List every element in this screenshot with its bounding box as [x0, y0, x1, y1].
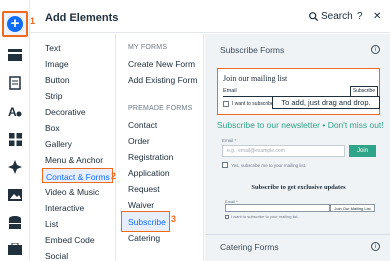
category-text[interactable]: Text	[45, 43, 61, 53]
category-decorative[interactable]: Decorative	[45, 107, 86, 117]
catering-forms-title: Catering Forms	[220, 242, 279, 252]
section-divider	[205, 234, 390, 235]
premade-catering[interactable]: Catering	[128, 233, 160, 243]
pages-icon[interactable]	[6, 74, 24, 92]
step-number-2: 2	[111, 171, 117, 181]
search-label: Search	[321, 11, 353, 22]
form3-email-input	[225, 204, 330, 212]
subscribe-forms-title: Subscribe Forms	[220, 45, 285, 55]
premade-waiver[interactable]: Waiver	[128, 200, 154, 210]
subscribe-form-template-3[interactable]: Subscribe to get exclusive updates Email…	[217, 176, 380, 232]
category-social[interactable]: Social	[45, 251, 68, 261]
subscribe-form-template-2[interactable]: Subscribe to our newsletter • Don't miss…	[217, 120, 384, 172]
my-forms-heading: MY FORMS	[128, 44, 168, 51]
sections-icon[interactable]	[6, 46, 24, 64]
category-gallery[interactable]: Gallery	[45, 139, 72, 149]
info-icon[interactable]: i	[371, 45, 380, 54]
add-elements-button[interactable]: +	[2, 11, 28, 37]
category-menu-anchor[interactable]: Menu & Anchor	[45, 155, 103, 165]
preview-panel: Subscribe Forms i Join our mailing list …	[205, 34, 390, 261]
form3-title: Subscribe to get exclusive updates	[251, 184, 346, 191]
step-number-3: 3	[171, 214, 177, 224]
premade-subscribe[interactable]: Subscribe	[121, 211, 170, 232]
svg-text:A: A	[8, 105, 17, 118]
apps-icon[interactable]	[6, 130, 24, 148]
category-box[interactable]: Box	[45, 123, 60, 133]
form3-checkbox-label: I want to subscribe to your mailing list…	[231, 214, 299, 219]
premade-order[interactable]: Order	[128, 136, 150, 146]
design-icon[interactable]: A	[6, 102, 24, 120]
close-button[interactable]: ✕	[373, 11, 381, 22]
premade-contact[interactable]: Contact	[128, 120, 157, 130]
business-icon[interactable]	[6, 158, 24, 176]
premade-forms-heading: PREMADE FORMS	[128, 105, 193, 112]
left-toolbar: + 1 A	[0, 0, 35, 261]
form3-checkbox-row: I want to subscribe to your mailing list…	[225, 214, 299, 219]
premade-application[interactable]: Application	[128, 168, 170, 178]
category-interactive[interactable]: Interactive	[45, 203, 84, 213]
category-contact-forms[interactable]: Contact & Forms	[42, 168, 113, 183]
info-icon[interactable]: i	[371, 242, 380, 251]
category-list[interactable]: List	[45, 219, 58, 229]
add-existing-form-link[interactable]: Add Existing Form	[128, 75, 197, 85]
form3-join-button: Join Our Mailing List	[330, 204, 375, 212]
search-button[interactable]: Search	[309, 11, 353, 22]
search-icon	[309, 12, 318, 21]
premade-request[interactable]: Request	[128, 184, 160, 194]
form1-title: Join our mailing list	[223, 74, 288, 83]
category-button[interactable]: Button	[45, 75, 70, 85]
category-image[interactable]: Image	[45, 59, 69, 69]
panel-title: Add Elements	[45, 12, 119, 24]
create-new-form-link[interactable]: Create New Form	[128, 59, 195, 69]
category-strip[interactable]: Strip	[45, 91, 62, 101]
checkbox-icon	[222, 162, 228, 168]
plus-icon: +	[7, 16, 23, 32]
media-icon[interactable]	[6, 186, 24, 204]
help-button[interactable]: ?	[357, 11, 363, 22]
form2-email-input: e.g., email@example.com	[222, 145, 345, 157]
cms-icon[interactable]	[6, 214, 24, 232]
form2-checkbox-row: Yes, subscribe me to your mailing list.	[222, 162, 306, 168]
form2-checkbox-label: Yes, subscribe me to your mailing list.	[231, 162, 307, 168]
element-categories: Text Image Button Strip Decorative Box G…	[31, 34, 116, 261]
forms-submenu: MY FORMS Create New Form Add Existing Fo…	[117, 34, 204, 261]
category-video-music[interactable]: Video & Music	[45, 187, 99, 197]
form1-email-label: Email	[223, 88, 237, 94]
form2-join-button: Join	[349, 145, 376, 157]
panel-header: Add Elements Search ? ✕	[31, 0, 390, 33]
checkbox-icon	[225, 214, 229, 219]
checkbox-icon	[223, 101, 229, 107]
form2-email-label: Email *	[222, 138, 237, 143]
portfolio-icon[interactable]	[6, 240, 24, 258]
subscribe-form-template-1[interactable]: Join our mailing list Email Subscribe I …	[217, 68, 380, 115]
premade-registration[interactable]: Registration	[128, 152, 173, 162]
category-embed-code[interactable]: Embed Code	[45, 235, 95, 245]
form2-title: Subscribe to our newsletter • Don't miss…	[217, 120, 384, 130]
drag-drop-tooltip: To add, just drag and drop.	[272, 96, 380, 109]
